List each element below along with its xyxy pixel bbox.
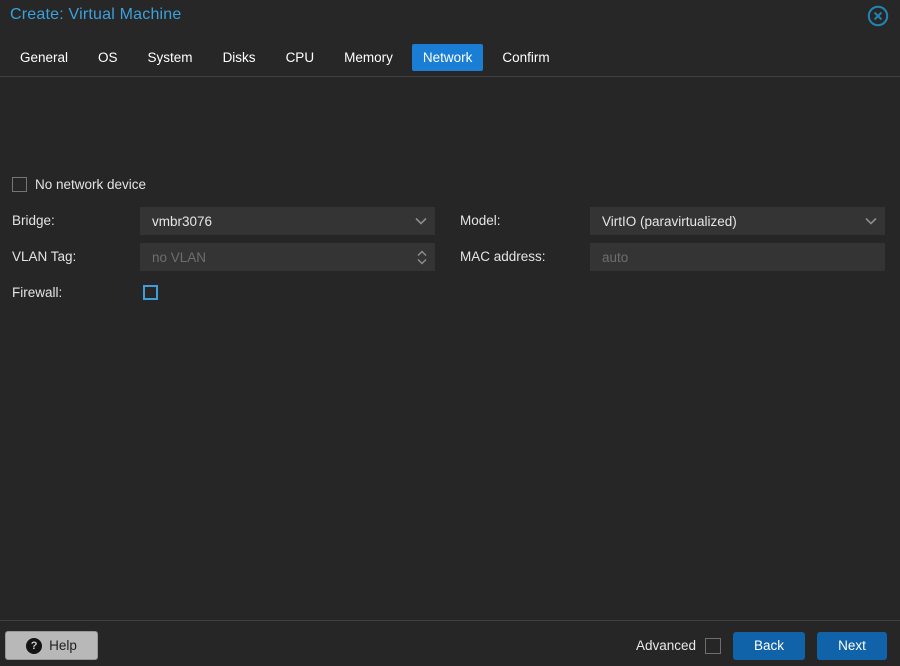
- wizard-tabbar: General OS System Disks CPU Memory Netwo…: [0, 38, 900, 77]
- no-network-device-row: No network device: [12, 177, 146, 192]
- model-combobox[interactable]: VirtIO (paravirtualized): [590, 207, 885, 235]
- model-value: VirtIO (paravirtualized): [602, 213, 737, 229]
- mac-address-field: [590, 243, 885, 271]
- dialog-titlebar: Create: Virtual Machine: [0, 0, 900, 38]
- tab-general[interactable]: General: [9, 44, 79, 71]
- tab-confirm[interactable]: Confirm: [491, 44, 560, 71]
- advanced-label: Advanced: [635, 638, 696, 653]
- dialog-footer: ? Help Advanced Back Next: [0, 620, 900, 666]
- tab-network[interactable]: Network: [411, 43, 484, 71]
- tab-cpu[interactable]: CPU: [275, 44, 326, 71]
- bridge-combobox[interactable]: vmbr3076: [140, 207, 435, 235]
- back-button[interactable]: Back: [733, 631, 805, 660]
- model-label: Model:: [460, 213, 501, 228]
- tab-memory[interactable]: Memory: [333, 44, 404, 71]
- dialog-title: Create: Virtual Machine: [10, 6, 182, 23]
- no-network-device-label: No network device: [35, 177, 147, 192]
- question-mark-icon: ?: [26, 637, 43, 654]
- mac-address-input[interactable]: [590, 243, 885, 271]
- network-form: No network device Bridge: vmbr3076 Model…: [0, 78, 900, 620]
- no-network-device-checkbox[interactable]: [12, 177, 27, 192]
- tab-system[interactable]: System: [137, 44, 204, 71]
- tab-disks[interactable]: Disks: [212, 44, 267, 71]
- vlan-tag-label: VLAN Tag:: [12, 249, 77, 264]
- next-button[interactable]: Next: [817, 631, 887, 660]
- bridge-label: Bridge:: [12, 213, 55, 228]
- vlan-tag-spinner: [140, 243, 435, 271]
- bridge-value: vmbr3076: [152, 213, 213, 229]
- advanced-checkbox[interactable]: [705, 637, 721, 654]
- spinner-up-down-icon[interactable]: [410, 243, 435, 271]
- tab-os[interactable]: OS: [87, 44, 129, 71]
- chevron-down-icon[interactable]: [407, 207, 435, 235]
- help-button[interactable]: ? Help: [5, 631, 98, 660]
- chevron-down-icon[interactable]: [857, 207, 885, 235]
- vlan-tag-input[interactable]: [140, 243, 410, 271]
- footer-actions: Advanced Back Next: [636, 631, 887, 660]
- create-vm-dialog: Create: Virtual Machine General OS Syste…: [0, 0, 900, 666]
- close-icon[interactable]: [867, 5, 889, 27]
- mac-address-label: MAC address:: [460, 249, 546, 264]
- firewall-checkbox[interactable]: [143, 285, 158, 300]
- help-button-label: Help: [49, 638, 77, 653]
- firewall-label: Firewall:: [12, 285, 63, 300]
